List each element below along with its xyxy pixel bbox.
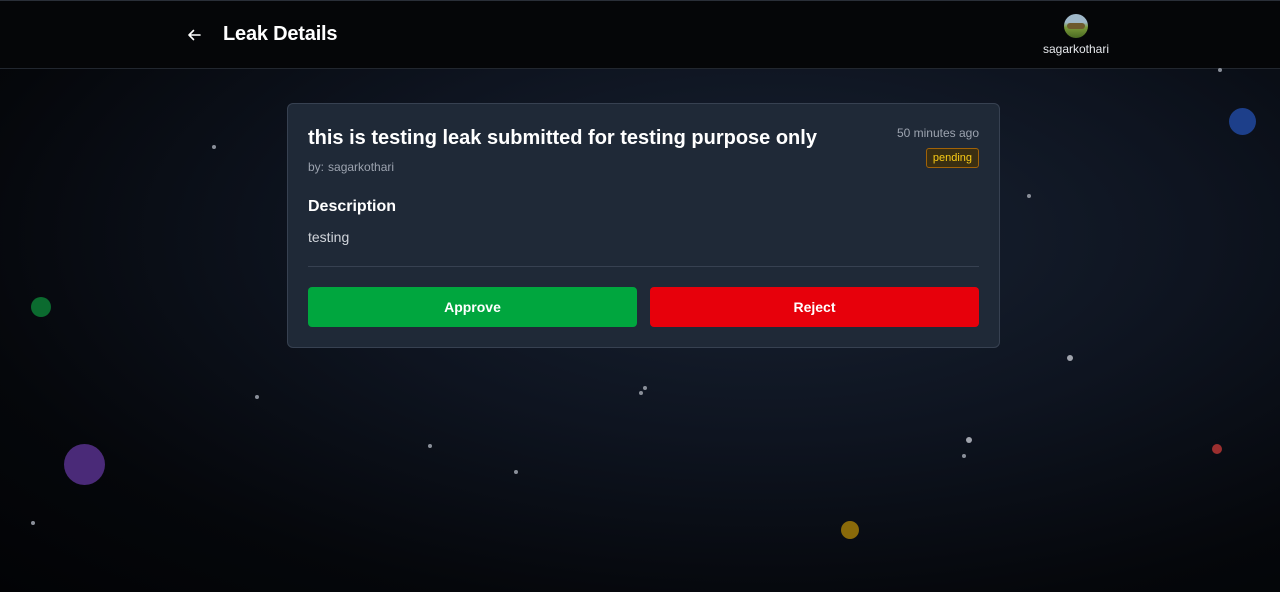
page-title: Leak Details	[223, 23, 338, 45]
user-menu[interactable]: sagarkothari	[1035, 14, 1117, 58]
background-star	[428, 444, 432, 448]
divider	[308, 266, 979, 267]
background-star	[1218, 68, 1222, 72]
background-orb-red	[1212, 444, 1222, 454]
arrow-left-icon	[188, 29, 201, 41]
app-header: Leak Details sagarkothari	[0, 0, 1280, 69]
background-star	[514, 470, 518, 474]
reject-button[interactable]: Reject	[650, 287, 979, 327]
avatar[interactable]	[1064, 14, 1088, 38]
author-prefix: by:	[308, 160, 325, 174]
background-star	[255, 395, 259, 399]
leak-title: this is testing leak submitted for testi…	[308, 127, 817, 149]
approve-button[interactable]: Approve	[308, 287, 637, 327]
username-label: sagarkothari	[1042, 42, 1110, 56]
background-star	[643, 386, 647, 390]
author-line: by: sagarkothari	[308, 160, 394, 174]
background-orb-green	[31, 297, 51, 317]
background-star	[639, 391, 643, 395]
background-star	[1067, 355, 1073, 361]
background-star	[212, 145, 216, 149]
background-star	[962, 454, 966, 458]
status-badge: pending	[925, 148, 979, 168]
description-heading: Description	[308, 198, 397, 215]
timestamp: 50 minutes ago	[896, 126, 979, 140]
background-star	[966, 437, 972, 443]
leak-card: this is testing leak submitted for testi…	[287, 103, 1000, 348]
background-orb-purple	[64, 444, 105, 485]
background-orb-blue	[1229, 108, 1256, 135]
author-name: sagarkothari	[328, 160, 395, 174]
background-star	[1027, 194, 1031, 198]
back-button[interactable]	[184, 25, 204, 45]
description-text: testing	[308, 229, 350, 245]
background-orb-yellow	[841, 521, 859, 539]
background-star	[31, 521, 35, 525]
